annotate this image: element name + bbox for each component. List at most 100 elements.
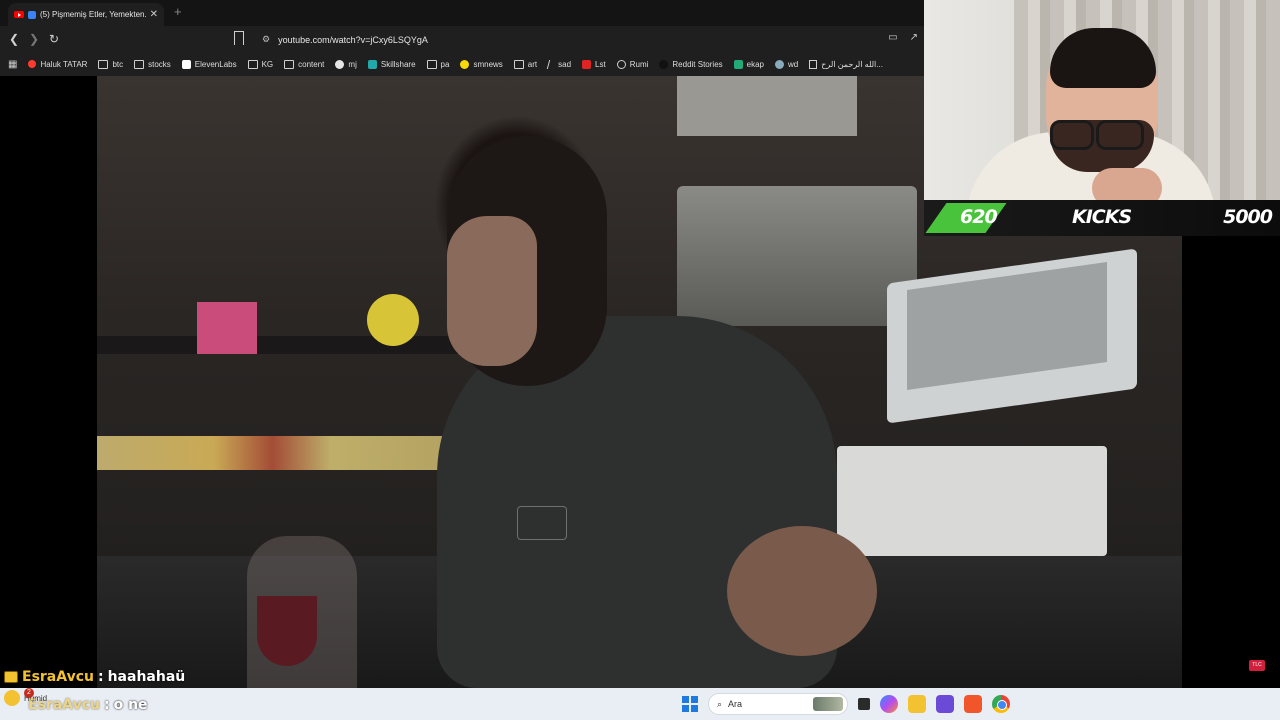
chat-username: EsraAvcu [22, 669, 94, 685]
bookmark-item[interactable]: الله الرحمن الرح... [809, 59, 883, 69]
browser-window: (5) Pişmemiş Etler, Yemekten... ✕ + ❮ ❯ … [0, 0, 924, 76]
bookmark-item[interactable]: KG [247, 59, 274, 69]
bookmark-label: Reddit Stories [672, 59, 723, 69]
chat-text: o ne [113, 697, 148, 713]
webcam-glasses [1050, 120, 1094, 150]
task-view-icon[interactable] [858, 698, 870, 710]
bookmark-label: content [298, 59, 325, 69]
bookmark-label: KG [261, 59, 274, 69]
chat-message: EsraAvcu : o ne [28, 697, 148, 713]
ekap-icon [733, 59, 743, 69]
bookmark-item[interactable]: mj [335, 59, 357, 69]
brave-browser-icon[interactable] [964, 695, 982, 713]
scene-wine [257, 596, 317, 666]
tab-group-icon [28, 10, 36, 19]
scene-person-arm [727, 526, 877, 656]
book-icon [809, 59, 818, 69]
bookmark-item[interactable]: ekap [733, 59, 764, 69]
chat-text: haahahaü [107, 669, 186, 685]
search-placeholder: Ara [728, 699, 743, 709]
site-info-icon[interactable]: ⚙ [262, 34, 270, 45]
bookmark-label: pa [440, 59, 450, 69]
share-icon[interactable]: ↗ [910, 32, 918, 43]
kicks-count: 620 [960, 206, 998, 228]
bookmark-icon[interactable] [234, 31, 244, 45]
bookmark-item[interactable]: wd [775, 59, 799, 69]
bookmark-item[interactable]: pa [426, 59, 450, 69]
subscriber-badge-icon [4, 671, 18, 683]
youtube-icon [14, 11, 24, 18]
scene-cups [677, 76, 857, 136]
folder-icon [513, 59, 524, 69]
smile-icon [460, 59, 470, 69]
bookmark-label: ElevenLabs [194, 59, 237, 69]
scene-coffee-machine [677, 186, 917, 326]
webcam-glasses [1096, 120, 1144, 150]
elevenlabs-icon [181, 59, 191, 69]
bookmark-item[interactable]: sad [546, 59, 571, 69]
github-icon [335, 59, 345, 69]
scene-pink-box [197, 302, 257, 354]
kicks-label: KICKS [1072, 206, 1132, 228]
bookmark-item[interactable]: stocks [134, 59, 171, 69]
folder-icon [284, 59, 295, 69]
browser-toolbar: ❮ ❯ ↻ ⚙ youtube.com/watch?v=jCxy6LSQYgA … [0, 26, 924, 52]
bookmark-label: smnews [473, 59, 503, 69]
bookmarks-bar: ▦ Haluk TATAR btc stocks ElevenLabs KG c… [0, 52, 924, 76]
cast-icon[interactable]: ▭ [888, 32, 897, 43]
bookmark-item[interactable]: Lst [582, 59, 606, 69]
back-button[interactable]: ❮ [6, 31, 22, 47]
scene-cash-register [837, 446, 1107, 556]
bookmark-item[interactable]: smnews [460, 59, 503, 69]
folder-icon [426, 59, 437, 69]
weather-icon [4, 690, 20, 706]
tab-strip: (5) Pişmemiş Etler, Yemekten... ✕ + [0, 0, 924, 26]
bookmark-item[interactable]: Skillshare [367, 59, 416, 69]
new-tab-button[interactable]: + [174, 4, 182, 19]
forward-button[interactable]: ❯ [26, 31, 42, 47]
bookmark-label: wd [788, 59, 799, 69]
scene-bottles [97, 436, 487, 470]
folder-icon [134, 59, 145, 69]
bookmark-item[interactable]: art [513, 59, 537, 69]
bookmark-item[interactable]: btc [98, 59, 124, 69]
bookmark-label: ekap [746, 59, 764, 69]
chat-separator: : [97, 669, 104, 685]
chat-separator: : [103, 697, 110, 713]
search-icon: ⌕ [717, 698, 723, 709]
webcam-person-hand [1092, 168, 1162, 200]
chrome-icon[interactable] [992, 695, 1010, 713]
tab-title: (5) Pişmemiş Etler, Yemekten... [40, 10, 146, 19]
apps-grid-icon[interactable]: ▦ [8, 59, 17, 70]
bookmark-label: btc [112, 59, 124, 69]
kicks-goal-bar: 620 KICKS 5000 [924, 200, 1280, 236]
bookmark-item[interactable]: content [284, 59, 325, 69]
screen: (5) Pişmemiş Etler, Yemekten... ✕ + ❮ ❯ … [0, 0, 1280, 720]
bookmark-item[interactable]: Rumi [616, 59, 648, 69]
channel-watermark-icon: TLC [1249, 660, 1265, 671]
windows-taskbar: 2 Humid EsraAvcu : o ne ⌕ Ara [0, 688, 1280, 720]
bookmark-item[interactable]: ElevenLabs [181, 59, 237, 69]
url-text: youtube.com/watch?v=jCxy6LSQYgA [278, 34, 428, 45]
close-tab-icon[interactable]: ✕ [150, 9, 158, 20]
chat-overlay: EsraAvcu : haahahaü [4, 668, 185, 686]
bookmark-label: Skillshare [380, 59, 416, 69]
red-dot-icon [28, 60, 37, 68]
d-icon [659, 59, 669, 69]
chat-message: EsraAvcu : haahahaü [4, 668, 185, 686]
address-bar[interactable]: ⚙ youtube.com/watch?v=jCxy6LSQYgA [254, 29, 904, 50]
bookmark-label: mj [348, 59, 357, 69]
bookmark-label: الله الرحمن الرح... [821, 59, 883, 69]
bookmark-item[interactable]: Reddit Stories [659, 59, 723, 69]
taskbar-search[interactable]: ⌕ Ara [708, 693, 848, 715]
copilot-icon[interactable] [880, 695, 898, 713]
bookmark-label: Haluk TATAR [40, 59, 88, 69]
reload-button[interactable]: ↻ [46, 31, 62, 47]
bookmark-item[interactable]: Haluk TATAR [28, 60, 87, 69]
snipping-tool-icon[interactable] [936, 695, 954, 713]
taskbar-apps: ⌕ Ara [682, 693, 1010, 715]
browser-tab[interactable]: (5) Pişmemiş Etler, Yemekten... ✕ [8, 3, 164, 26]
windows-start-icon[interactable] [682, 696, 698, 712]
skillshare-icon [367, 59, 377, 69]
file-explorer-icon[interactable] [908, 695, 926, 713]
